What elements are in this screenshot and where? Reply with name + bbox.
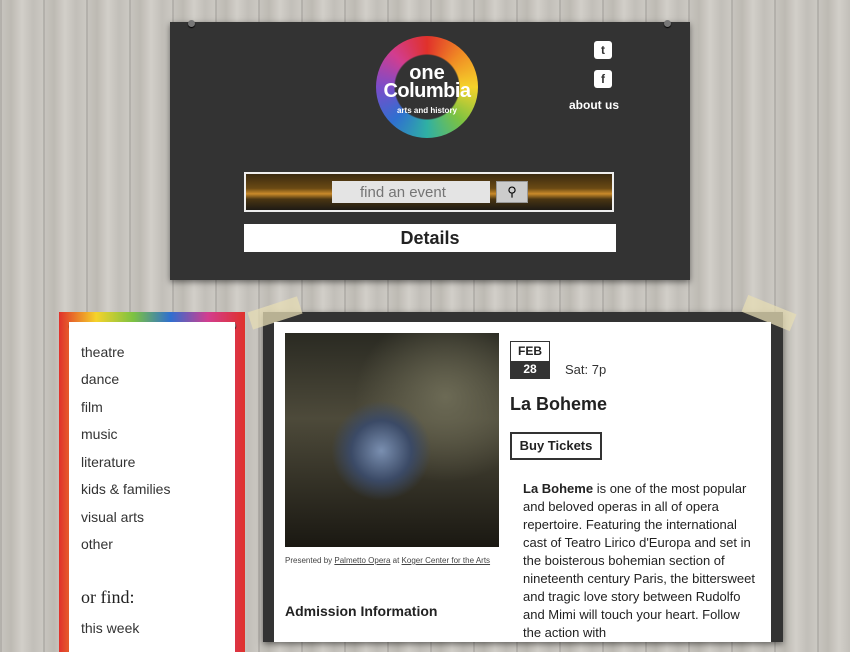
nav-theatre[interactable]: theatre (81, 344, 125, 360)
logo-tagline: arts and history (396, 106, 457, 115)
event-board: Presented by Palmetto Opera at Koger Cen… (247, 294, 797, 642)
page-title: Details (244, 224, 616, 252)
nav-music[interactable]: music (81, 426, 118, 442)
presenter-link[interactable]: Palmetto Opera (334, 556, 390, 565)
event-details: Presented by Palmetto Opera at Koger Cen… (274, 322, 771, 642)
logo-line2: Columbia (383, 80, 471, 102)
venue-link[interactable]: Koger Center for the Arts (402, 556, 491, 565)
one-columbia-logo[interactable]: one Columbia arts and history (376, 36, 478, 138)
date-month: FEB (518, 344, 542, 358)
nav-film[interactable]: film (81, 399, 103, 415)
date-badge: FEB 28 (510, 341, 550, 379)
event-photo (285, 333, 499, 547)
event-description: La Boheme is one of the most popular and… (523, 480, 759, 642)
caption-prefix: Presented by (285, 556, 333, 565)
nav-visual-arts[interactable]: visual arts (81, 509, 144, 525)
admission-heading: Admission Information (285, 603, 438, 619)
nav-literature[interactable]: literature (81, 454, 135, 470)
date-day: 28 (511, 361, 549, 378)
buy-tickets-button[interactable]: Buy Tickets (510, 432, 602, 460)
description-text: is one of the most popular and beloved o… (523, 481, 755, 640)
nav-kids-families[interactable]: kids & families (81, 481, 170, 497)
caption-at: at (392, 556, 400, 565)
event-title: La Boheme (510, 394, 608, 414)
pin-icon (664, 20, 671, 27)
search-icon: ⚲ (507, 184, 517, 199)
event-time: Sat: 7p (565, 362, 607, 377)
twitter-icon[interactable]: t (594, 41, 612, 59)
search-button[interactable]: ⚲ (496, 181, 528, 203)
header-board: one Columbia arts and history t f about … (170, 20, 690, 280)
search-input[interactable] (332, 181, 490, 203)
search-bar: ⚲ (244, 172, 614, 212)
sidebar-panel: theatre dance film music literature kids… (69, 322, 235, 652)
pin-icon (188, 20, 195, 27)
description-title: La Boheme (523, 481, 594, 496)
about-us-link[interactable]: about us (569, 98, 619, 112)
or-find-heading: or find: (81, 587, 135, 607)
find-this-week[interactable]: this week (81, 620, 139, 636)
nav-other[interactable]: other (81, 536, 113, 552)
facebook-icon[interactable]: f (594, 70, 612, 88)
photo-caption: Presented by Palmetto Opera at Koger Cen… (285, 555, 499, 566)
nav-dance[interactable]: dance (81, 371, 119, 387)
category-sidebar: theatre dance film music literature kids… (59, 312, 245, 652)
